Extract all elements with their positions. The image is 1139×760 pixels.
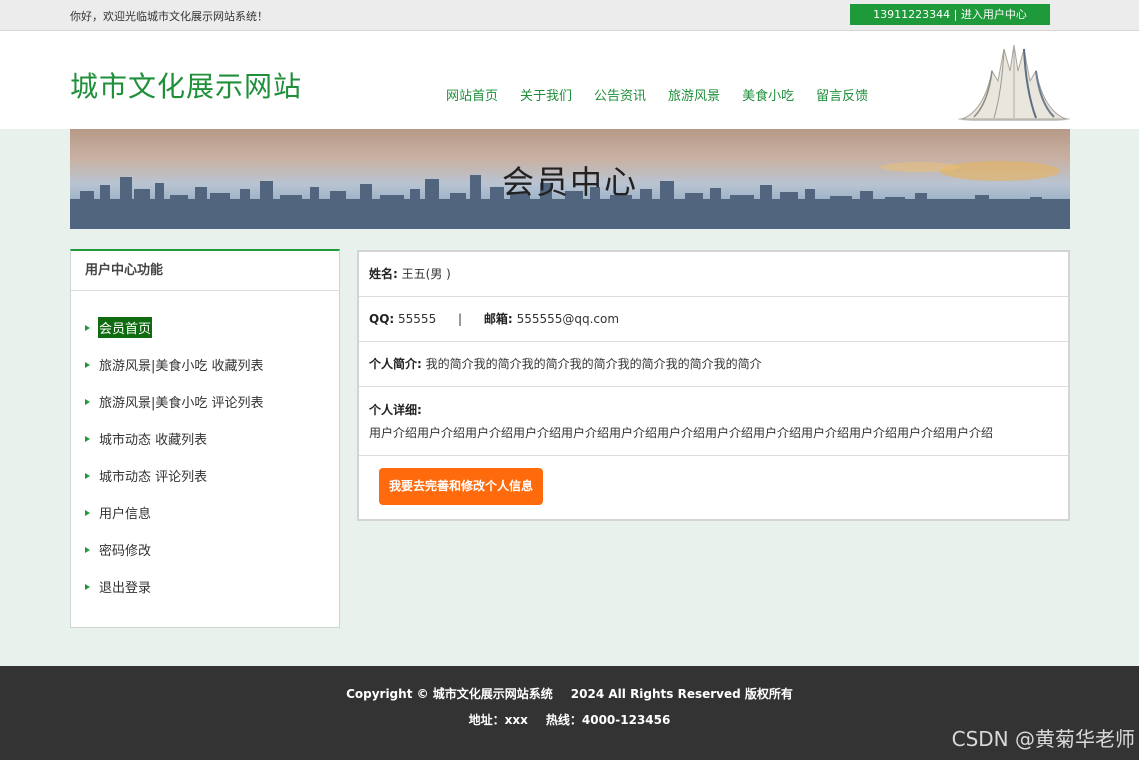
sidebar-item-label[interactable]: 旅游风景|美食小吃 收藏列表 xyxy=(98,354,265,375)
detail-label: 个人详细: xyxy=(369,403,422,417)
detail-value: 用户介绍用户介绍用户介绍用户介绍用户介绍用户介绍用户介绍用户介绍用户介绍用户介绍… xyxy=(369,426,994,440)
copyright-text: Copyright © 城市文化展示网站系统 xyxy=(346,687,553,701)
email-value: 555555@qq.com xyxy=(516,312,620,326)
sidebar-item-label[interactable]: 城市动态 评论列表 xyxy=(98,465,208,486)
header: 城市文化展示网站 网站首页 关于我们 公告资讯 旅游风景 美食小吃 留言反馈 xyxy=(0,31,1139,129)
nav-food[interactable]: 美食小吃 xyxy=(742,85,794,104)
sidebar-item-logout[interactable]: 退出登录 xyxy=(71,568,339,605)
sidebar-item-scenery-food-comments[interactable]: 旅游风景|美食小吃 评论列表 xyxy=(71,383,339,420)
bullet-icon xyxy=(85,583,90,590)
bullet-icon xyxy=(85,472,90,479)
sidebar-item-label[interactable]: 城市动态 收藏列表 xyxy=(98,428,208,449)
nav-scenery[interactable]: 旅游风景 xyxy=(668,85,720,104)
sidebar-item-label[interactable]: 旅游风景|美食小吃 评论列表 xyxy=(98,391,265,412)
sidebar-item-city-news-comments[interactable]: 城市动态 评论列表 xyxy=(71,457,339,494)
footer-copyright-line: Copyright © 城市文化展示网站系统 2024 All Rights Re… xyxy=(0,685,1139,702)
sidebar-item-label[interactable]: 密码修改 xyxy=(98,539,152,560)
name-value: 王五(男 ) xyxy=(401,267,451,281)
contact-row: QQ: 55555 | 邮箱: 555555@qq.com xyxy=(359,297,1068,342)
welcome-text: 你好，欢迎光临城市文化展示网站系统！ xyxy=(70,10,268,23)
sidebar-item-label[interactable]: 会员首页 xyxy=(98,317,153,338)
bullet-icon xyxy=(85,435,90,442)
bullet-icon xyxy=(85,361,90,368)
sidebar-item-scenery-food-favorites[interactable]: 旅游风景|美食小吃 收藏列表 xyxy=(71,346,339,383)
edit-profile-button[interactable]: 我要去完善和修改个人信息 xyxy=(379,468,543,505)
intro-row: 个人简介: 我的简介我的简介我的简介我的简介我的简介我的简介我的简介 xyxy=(359,342,1068,387)
watermark: CSDN @黄菊华老师 xyxy=(951,727,1135,751)
bullet-icon xyxy=(85,546,90,553)
rights-text: 2024 All Rights Reserved 版权所有 xyxy=(570,687,793,701)
top-bar: 你好，欢迎光临城市文化展示网站系统！ 13911223344 | 进入用户中心 xyxy=(0,0,1139,31)
sidebar-menu: 会员首页 旅游风景|美食小吃 收藏列表 旅游风景|美食小吃 评论列表 城市动态 … xyxy=(71,291,339,605)
banner-title: 会员中心 xyxy=(501,163,638,201)
sidebar-title: 用户中心功能 xyxy=(71,251,339,291)
address-text: 地址：xxx xyxy=(468,713,528,727)
bullet-icon xyxy=(85,398,90,405)
sidebar-item-member-home[interactable]: 会员首页 xyxy=(71,309,339,346)
qq-label: QQ: xyxy=(369,312,395,326)
bullet-icon xyxy=(85,324,90,331)
hotline-text: 热线：4000-123456 xyxy=(545,713,671,727)
nav-home[interactable]: 网站首页 xyxy=(446,85,498,104)
nav-feedback[interactable]: 留言反馈 xyxy=(816,85,868,104)
detail-row: 个人详细: 用户介绍用户介绍用户介绍用户介绍用户介绍用户介绍用户介绍用户介绍用户… xyxy=(359,387,1068,456)
bullet-icon xyxy=(85,509,90,516)
sidebar-item-label[interactable]: 退出登录 xyxy=(98,576,152,597)
intro-value: 我的简介我的简介我的简介我的简介我的简介我的简介我的简介 xyxy=(425,357,762,371)
user-center-sidebar: 用户中心功能 会员首页 旅游风景|美食小吃 收藏列表 旅游风景|美食小吃 评论列… xyxy=(70,249,340,628)
user-center-button[interactable]: 13911223344 | 进入用户中心 xyxy=(850,4,1050,25)
sidebar-item-user-info[interactable]: 用户信息 xyxy=(71,494,339,531)
page-banner: 会员中心 xyxy=(70,129,1070,229)
separator: | xyxy=(458,312,463,326)
qq-value: 55555 xyxy=(398,312,437,326)
name-label: 姓名: xyxy=(369,267,398,281)
intro-label: 个人简介: xyxy=(369,357,422,371)
sidebar-item-label[interactable]: 用户信息 xyxy=(98,502,152,523)
sidebar-item-city-news-favorites[interactable]: 城市动态 收藏列表 xyxy=(71,420,339,457)
landmark-building-image xyxy=(958,44,1070,121)
main-nav: 网站首页 关于我们 公告资讯 旅游风景 美食小吃 留言反馈 xyxy=(446,85,868,104)
site-logo[interactable]: 城市文化展示网站 xyxy=(70,65,302,105)
email-label: 邮箱: xyxy=(483,312,513,326)
nav-about[interactable]: 关于我们 xyxy=(520,85,572,104)
profile-panel: 姓名: 王五(男 ) QQ: 55555 | 邮箱: 555555@qq.com… xyxy=(357,250,1070,521)
name-row: 姓名: 王五(男 ) xyxy=(359,252,1068,297)
nav-news[interactable]: 公告资讯 xyxy=(594,85,646,104)
sidebar-item-password[interactable]: 密码修改 xyxy=(71,531,339,568)
